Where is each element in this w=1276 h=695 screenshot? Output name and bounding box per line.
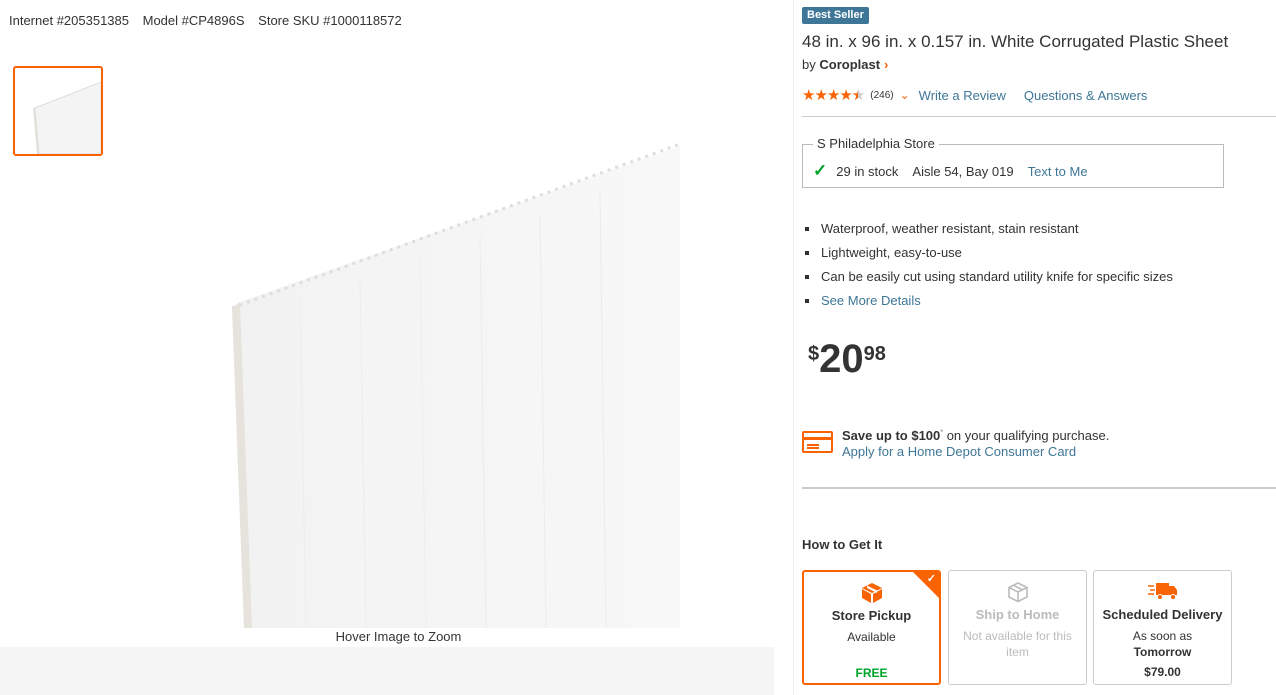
media-footer [0,647,774,695]
stock-count: 29 in stock [836,163,899,179]
media-gallery: Internet #205351385 Model #CP4896S Store… [0,0,774,695]
bullet-item: Can be easily cut using standard utility… [805,269,1173,293]
model-number: Model #CP4896S [142,13,245,28]
ship-to-home-card[interactable]: Ship to Home Not available for this item [948,570,1087,685]
card-price: $79.00 [1144,665,1181,679]
store-name[interactable]: S Philadelphia Store [813,136,939,151]
card-subtitle: Not available for this item [963,629,1072,659]
bullet-item: Waterproof, weather resistant, stain res… [805,221,1173,245]
divider [802,487,1276,489]
card-title: Scheduled Delivery [1102,607,1223,622]
internet-number: Internet #205351385 [9,13,129,28]
column-divider [793,0,794,695]
apply-card-link[interactable]: Apply for a Home Depot Consumer Card [842,444,1076,459]
card-price: FREE [855,666,888,680]
see-more-details-item[interactable]: See More Details [805,293,1173,317]
price: $2098 [808,337,886,382]
card-title: Ship to Home [975,607,1060,622]
star-rating-icon[interactable]: ★★★★★★ [802,86,865,104]
brand-line: by Coroplast › [802,57,888,72]
price-cents: 98 [863,343,886,365]
promo-savings: Save up to $100° on your qualifying purc… [842,428,1109,443]
package-icon [861,583,882,603]
write-review-link[interactable]: Write a Review [919,88,1006,103]
questions-answers-link[interactable]: Questions & Answers [1024,88,1148,103]
price-dollars: 20 [819,337,864,381]
aisle-location: Aisle 54, Bay 019 [912,163,1014,179]
card-title: Store Pickup [831,608,912,623]
scheduled-delivery-card[interactable]: Scheduled Delivery As soon as Tomorrow $… [1093,570,1232,685]
card-subtitle-line: As soon as [1132,629,1193,643]
store-stock-row: ✓ 29 in stock Aisle 54, Bay 019 Text to … [813,161,1088,181]
chevron-down-icon[interactable]: ⌄ [900,88,910,102]
feature-bullets: Waterproof, weather resistant, stain res… [805,221,1173,317]
promo-savings-bold: Save up to $100 [842,428,941,443]
checkmark-icon: ✓ [813,161,828,180]
bullet-item: Lightweight, easy-to-use [805,245,1173,269]
divider [802,116,1276,117]
product-identifiers: Internet #205351385 Model #CP4896S Store… [9,13,412,28]
hover-zoom-hint: Hover Image to Zoom [335,629,462,644]
brand-link[interactable]: Coroplast [819,57,880,72]
product-image[interactable] [180,140,700,628]
store-sku: Store SKU #1000118572 [258,13,402,28]
rating-count[interactable]: (246) [870,90,893,101]
best-seller-badge: Best Seller [802,7,869,24]
by-label: by [802,57,816,72]
card-subtitle: As soon as Tomorrow [1100,628,1225,660]
ratings-row: ★★★★★★ (246) ⌄ Write a Review Questions … [802,86,1147,104]
store-availability-box: S Philadelphia Store ✓ 29 in stock Aisle… [802,136,1224,188]
box-icon [1007,582,1028,603]
chevron-right-icon[interactable]: › [884,57,888,72]
store-pickup-card[interactable]: ✓ Store Pickup Available FREE [802,570,941,685]
card-subtitle: Available [847,630,896,644]
thumbnail-1[interactable] [13,66,103,156]
truck-icon [1147,583,1177,600]
promo-savings-rest: on your qualifying purchase. [943,428,1110,443]
card-subtitle-bold: Tomorrow [1133,645,1192,659]
product-info: Best Seller 48 in. x 96 in. x 0.157 in. … [802,0,1276,695]
check-icon: ✓ [926,573,936,585]
thumbnail-image [33,81,101,154]
how-to-get-it-heading: How to Get It [802,537,883,552]
credit-card-icon [802,431,833,453]
product-title: 48 in. x 96 in. x 0.157 in. White Corrug… [802,32,1229,51]
price-currency: $ [808,343,820,365]
text-to-me-link[interactable]: Text to Me [1028,164,1088,179]
see-more-details-link[interactable]: See More Details [821,293,921,308]
